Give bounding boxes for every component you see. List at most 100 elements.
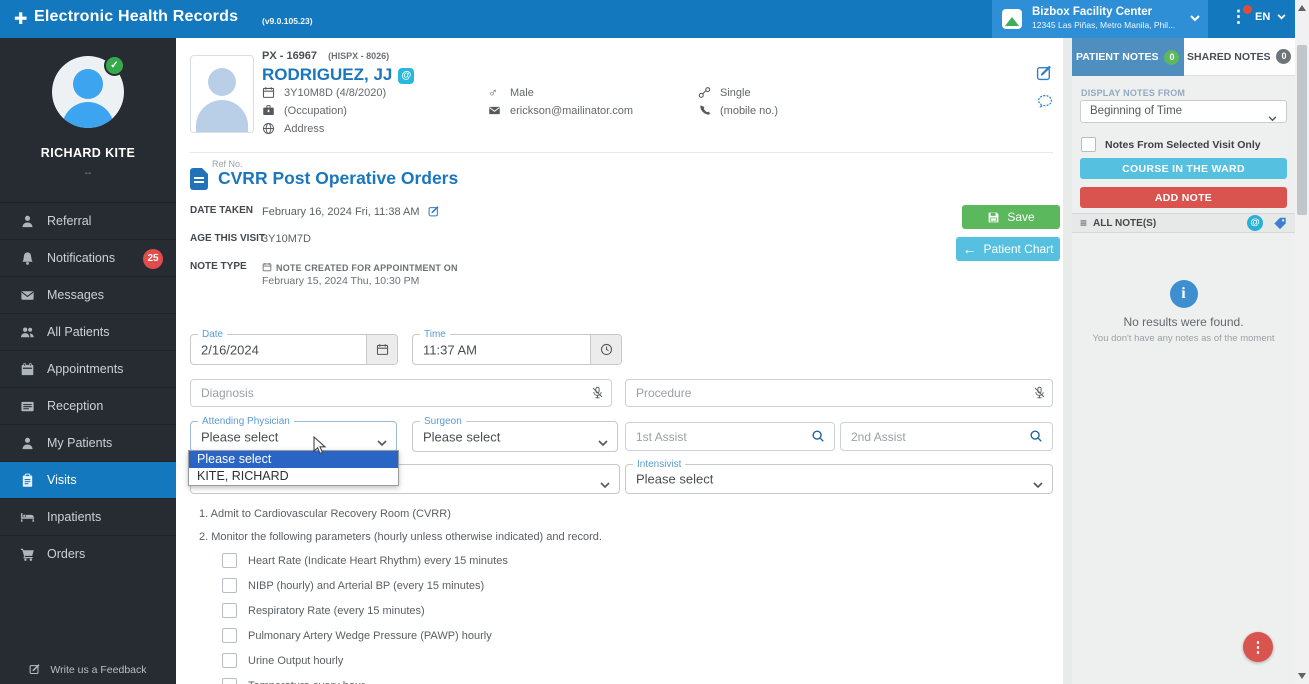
checkbox[interactable] <box>1081 137 1096 152</box>
calendar-icon <box>262 86 275 99</box>
edit-patient-icon[interactable] <box>1036 64 1053 81</box>
chevron-down-icon <box>1268 109 1277 127</box>
patient-civil-status-text: Single <box>720 87 751 99</box>
dropdown-option[interactable]: KITE, RICHARD <box>189 468 398 485</box>
user-avatar[interactable]: ✓ <box>52 56 124 128</box>
at-badge-icon[interactable]: @ <box>398 68 414 84</box>
tab-label: SHARED NOTES <box>1187 51 1270 63</box>
intensivist-select[interactable]: Intensivist Please select <box>625 464 1053 494</box>
checkbox-row: Pulmonary Artery Wedge Pressure (PAWP) h… <box>222 628 492 643</box>
checkbox[interactable] <box>222 628 237 643</box>
save-button[interactable]: Save <box>962 205 1060 229</box>
checkbox-label: Urine Output hourly <box>248 655 343 667</box>
language-selector[interactable]: EN <box>1255 11 1286 23</box>
cart-icon <box>20 547 35 562</box>
display-notes-from-select[interactable]: Beginning of Time <box>1080 100 1287 123</box>
first-assist-input[interactable] <box>625 422 835 451</box>
sidebar-item-visits[interactable]: Visits <box>0 461 176 498</box>
sidebar-item-notifications[interactable]: Notifications 25 <box>0 239 176 276</box>
date-field[interactable]: Date 2/16/2024 <box>190 334 398 365</box>
checkbox[interactable] <box>222 578 237 593</box>
sidebar-item-label: Inpatients <box>47 510 101 524</box>
sidebar-item-all-patients[interactable]: All Patients <box>0 313 176 350</box>
checkbox-label: Respiratory Rate (every 15 minutes) <box>248 605 425 617</box>
scroll-up-arrow[interactable] <box>1298 5 1306 11</box>
date-field-value: 2/16/2024 <box>201 342 259 357</box>
order-item: 2. Monitor the following parameters (hou… <box>199 531 602 543</box>
scrollbar-thumb[interactable] <box>1297 45 1307 215</box>
floating-action-button[interactable]: ⋮ <box>1243 632 1273 662</box>
pencil-icon <box>29 663 41 675</box>
calendar-picker-button[interactable] <box>366 335 397 364</box>
time-field[interactable]: Time 11:37 AM <box>412 334 622 365</box>
chevron-down-icon <box>1033 476 1043 494</box>
checkbox-row: Temperature every hour <box>222 678 365 684</box>
sidebar-item-my-patients[interactable]: My Patients <box>0 424 176 461</box>
sidebar-item-messages[interactable]: Messages <box>0 276 176 313</box>
surgeon-label: Surgeon <box>420 415 466 428</box>
sidebar-item-appointments[interactable]: Appointments <box>0 350 176 387</box>
floppy-icon <box>987 211 1000 224</box>
sidebar-item-label: Orders <box>47 547 85 561</box>
search-icon[interactable] <box>1029 429 1043 443</box>
checkbox[interactable] <box>222 653 237 668</box>
arrow-left-icon: ← <box>962 241 976 257</box>
attending-physician-select[interactable]: Attending Physician Please select <box>190 421 397 452</box>
chat-bubble-icon[interactable] <box>1037 93 1054 110</box>
tab-shared-notes[interactable]: SHARED NOTES 0 <box>1184 38 1296 76</box>
globe-icon <box>262 122 275 135</box>
list-icon <box>20 399 35 414</box>
patient-chart-button[interactable]: ← Patient Chart <box>956 237 1060 261</box>
checkbox[interactable] <box>222 678 237 684</box>
checkbox-row: Heart Rate (Indicate Heart Rhythm) every… <box>222 553 508 568</box>
checkbox[interactable] <box>222 603 237 618</box>
sidebar-item-orders[interactable]: Orders <box>0 535 176 572</box>
tab-patient-notes[interactable]: PATIENT NOTES 0 <box>1072 38 1184 76</box>
checkbox[interactable] <box>222 553 237 568</box>
scroll-down-arrow[interactable] <box>1298 673 1306 679</box>
course-in-ward-button[interactable]: COURSE IN THE WARD <box>1080 158 1287 179</box>
mic-off-icon[interactable] <box>591 386 605 400</box>
all-notes-bar: ≡ ALL NOTE(S) @ <box>1072 213 1295 233</box>
chevron-down-icon <box>598 434 608 452</box>
calendar-icon <box>20 362 35 377</box>
user-icon <box>20 214 35 229</box>
mic-off-icon[interactable] <box>1033 386 1047 400</box>
empty-subtitle: You don't have any notes as of the momen… <box>1072 333 1295 344</box>
second-assist-input[interactable] <box>840 422 1053 451</box>
surgeon-select[interactable]: Surgeon Please select <box>412 421 618 452</box>
patient-sex: ♂ Male <box>488 86 534 99</box>
window-scrollbar[interactable] <box>1295 0 1309 684</box>
app-title: Electronic Health Records <box>34 8 238 26</box>
online-status-icon: ✓ <box>104 55 125 76</box>
bell-icon <box>20 251 35 266</box>
app-logo-icon: ✚ <box>14 9 27 29</box>
tag-icon[interactable] <box>1273 216 1287 230</box>
search-icon[interactable] <box>811 429 825 443</box>
checkbox-row: Urine Output hourly <box>222 653 343 668</box>
hamburger-icon: ≡ <box>1080 216 1087 230</box>
edit-date-icon[interactable] <box>428 205 440 217</box>
add-note-button[interactable]: ADD NOTE <box>1080 187 1287 208</box>
patient-name-text: RODRIGUEZ, JJ <box>262 65 392 84</box>
at-filter-icon[interactable]: @ <box>1247 215 1263 231</box>
feedback-link[interactable]: Write us a Feedback <box>0 663 176 676</box>
note-type-line1-text: NOTE CREATED FOR APPOINTMENT ON <box>276 263 458 273</box>
display-notes-from-label: DISPLAY NOTES FROM <box>1081 88 1185 98</box>
chevron-down-icon <box>1190 15 1200 22</box>
sidebar-item-reception[interactable]: Reception <box>0 387 176 424</box>
procedure-input[interactable] <box>625 379 1053 407</box>
sidebar-item-inpatients[interactable]: Inpatients <box>0 498 176 535</box>
sidebar-item-referral[interactable]: Referral <box>0 202 176 239</box>
patient-chart-label: Patient Chart <box>983 242 1053 256</box>
dropdown-option[interactable]: Please select <box>189 451 398 468</box>
patient-dob-text: 3Y10M8D (4/8/2020) <box>284 87 386 99</box>
patient-dob: 3Y10M8D (4/8/2020) <box>262 86 386 99</box>
visit-only-label: Notes From Selected Visit Only <box>1105 139 1261 151</box>
top-header: ✚ Electronic Health Records (v9.0.105.23… <box>0 0 1309 38</box>
all-notes-label: ALL NOTE(S) <box>1093 218 1156 229</box>
facility-selector[interactable]: Bizbox Facility Center 12345 Las Piñas, … <box>992 0 1208 38</box>
time-picker-button[interactable] <box>590 335 621 364</box>
sidebar-item-label: Appointments <box>47 362 123 376</box>
diagnosis-input[interactable] <box>190 379 612 407</box>
